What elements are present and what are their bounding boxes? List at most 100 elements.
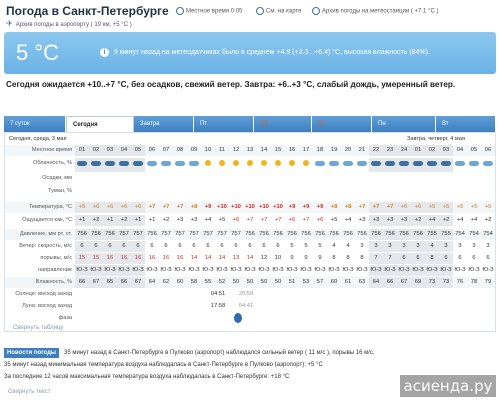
- cloud-icon: [413, 161, 423, 166]
- row-humidity: Влажность, % 66 67 65 66 67 64 62 60 58 55 52 50 50 5…: [5, 277, 495, 288]
- airport-archive-link[interactable]: ✈ Архив погоды в аэропорту ( 19 км, +5 °C…: [6, 19, 132, 29]
- tab-fri[interactable]: Пт: [194, 116, 254, 132]
- wind-cell: 6: [89, 241, 103, 252]
- cloud-cells: [75, 158, 495, 172]
- humidity-cell: 79: [484, 279, 492, 285]
- tab-today[interactable]: Сегодня: [66, 116, 134, 132]
- cloud-cell: [467, 158, 481, 172]
- gust-cell: 10: [274, 255, 282, 261]
- gust-cell: 6: [486, 255, 490, 261]
- pressure-cell: 756: [103, 229, 117, 240]
- feels-cell: +2: [439, 215, 453, 226]
- gust-cell: 8: [346, 255, 350, 261]
- pressure-cell: 757: [175, 231, 185, 237]
- humidity-cell: 64: [369, 277, 383, 288]
- tab-sun[interactable]: Вс: [312, 116, 372, 132]
- pressure-cell: 756: [147, 231, 157, 237]
- tab-tomorrow[interactable]: Завтра: [134, 116, 194, 132]
- row-gusts: порывы, м/с 15 15 16 16 16 16 16 16 14 14 14 13 14 12…: [5, 253, 495, 264]
- gust-cell: 8: [360, 255, 364, 261]
- humidity-cell: 64: [148, 279, 156, 285]
- feels-cell: +4: [204, 217, 212, 223]
- airport-archive-text[interactable]: Архив погоды в аэропорту ( 19 км, +5 °C …: [16, 22, 132, 28]
- pressure-cells: 756 756 756 757 757 756 757 757 757 757 757 757 756 7…: [75, 229, 495, 240]
- cloud-cell: [285, 158, 299, 172]
- humidity-cell: 73: [439, 277, 453, 288]
- gust-cell: 15: [89, 253, 103, 264]
- tab-tue[interactable]: Вт: [436, 116, 496, 132]
- moonset-value: 04:41: [238, 303, 254, 309]
- forecast-summary: Сегодня ожидается +10..+7 °C, без осадко…: [6, 80, 456, 89]
- news-tab[interactable]: Новости погоды: [4, 348, 60, 358]
- row-moon: Луна: восход заход 17:58 04:41: [5, 301, 495, 312]
- pressure-cell: 757: [231, 231, 241, 237]
- direction-cell: Ю-З: [300, 267, 312, 273]
- station-archive-text[interactable]: Архив погоды на метеостанции ( +7.1 °C ): [322, 9, 438, 15]
- direction-cell: Ю-З: [383, 265, 397, 276]
- hour-cell: 14: [260, 147, 268, 153]
- humidity-cell: 78: [470, 279, 478, 285]
- station-archive-link[interactable]: Архив погоды на метеостанции ( +7.1 °C ): [312, 7, 438, 15]
- cloud-icon: [147, 161, 157, 166]
- wind-cell: 6: [192, 243, 196, 249]
- humidity-cell: 76: [456, 279, 464, 285]
- tab-sat[interactable]: Сб: [254, 116, 312, 132]
- gust-cell: 8: [332, 255, 336, 261]
- cloud-cell: [369, 158, 383, 172]
- pressure-cell: 756: [245, 231, 255, 237]
- wind-cell: 6: [276, 243, 280, 249]
- wind-cell: 6: [206, 243, 210, 249]
- collapse-text-link[interactable]: Свернуть текст: [8, 389, 50, 395]
- direction-cell: Ю-З: [202, 267, 214, 273]
- tab-7days[interactable]: 7 суток: [4, 116, 66, 132]
- hour-cell: 04: [117, 145, 131, 156]
- temp-cell: +5: [484, 204, 492, 210]
- day-label-today: Сегодня, среда, 3 мая: [9, 136, 67, 142]
- hour-cell: 02: [89, 145, 103, 156]
- cloud-cell: [117, 158, 131, 172]
- map-link-text[interactable]: См. на карте: [266, 9, 301, 15]
- current-note: 9 минут назад на метеодатчиках было в ср…: [114, 49, 430, 56]
- info-icon: i: [100, 48, 109, 57]
- pressure-cell: 756: [357, 231, 367, 237]
- humidity-cell: 67: [89, 277, 103, 288]
- map-link[interactable]: См. на карте: [256, 7, 301, 15]
- temp-cell: +7: [162, 204, 170, 210]
- hour-cell: 23: [383, 145, 397, 156]
- cloud-cell: [201, 158, 215, 172]
- cloud-icon: [119, 161, 129, 166]
- humidity-cell: 50: [260, 279, 268, 285]
- wind-cell: 3: [472, 243, 476, 249]
- direction-cell: Ю-З: [174, 267, 186, 273]
- map-pin-icon: [256, 7, 264, 15]
- hour-cell: 16: [288, 147, 296, 153]
- temp-cell: +10: [245, 204, 255, 210]
- humidity-cell: 58: [190, 279, 198, 285]
- hour-cell: 07: [162, 147, 170, 153]
- news-text-1: 35 минут назад в Санкт-Петербурге в Пулк…: [64, 350, 375, 356]
- sun-icon: [233, 160, 239, 166]
- collapse-table-link[interactable]: Свернуть таблицу: [13, 325, 63, 331]
- humidity-cell: 55: [204, 279, 212, 285]
- temp-cell: +5: [75, 202, 89, 213]
- gust-cell: 8: [425, 253, 439, 264]
- wind-cell: 5: [318, 243, 322, 249]
- gust-cell: 16: [103, 253, 117, 264]
- tab-mon[interactable]: Пн: [372, 116, 436, 132]
- hour-cell: 01: [411, 145, 425, 156]
- direction-cell: Ю-З: [468, 267, 480, 273]
- humidity-cell: 50: [274, 279, 282, 285]
- row-direction: направление Ю-З Ю-З Ю-З Ю-З Ю-З Ю-З Ю-З Ю-З Ю-З Ю…: [5, 265, 495, 276]
- feels-cells: +1 +2 +1 +2 +1 +1 +2 +3 +3 +4 +5 +6 +7 +7 +7 +6 +7 +6 +5 +4…: [75, 215, 495, 226]
- header: Погода в Санкт-Петербурге Местное время …: [6, 4, 496, 18]
- temp-cell: +5: [439, 202, 453, 213]
- direction-cell: Ю-З: [258, 267, 270, 273]
- feels-cell: +3: [176, 217, 184, 223]
- label-gusts: порывы, м/с: [40, 255, 72, 261]
- news-line-3: За последние 12 часов максимальная темпе…: [4, 374, 290, 380]
- wind-cell: 3: [458, 243, 462, 249]
- hour-cell: 05: [470, 147, 478, 153]
- temp-cell: +5: [456, 204, 464, 210]
- temp-cell: +10: [231, 204, 241, 210]
- temp-cell: +7: [358, 204, 366, 210]
